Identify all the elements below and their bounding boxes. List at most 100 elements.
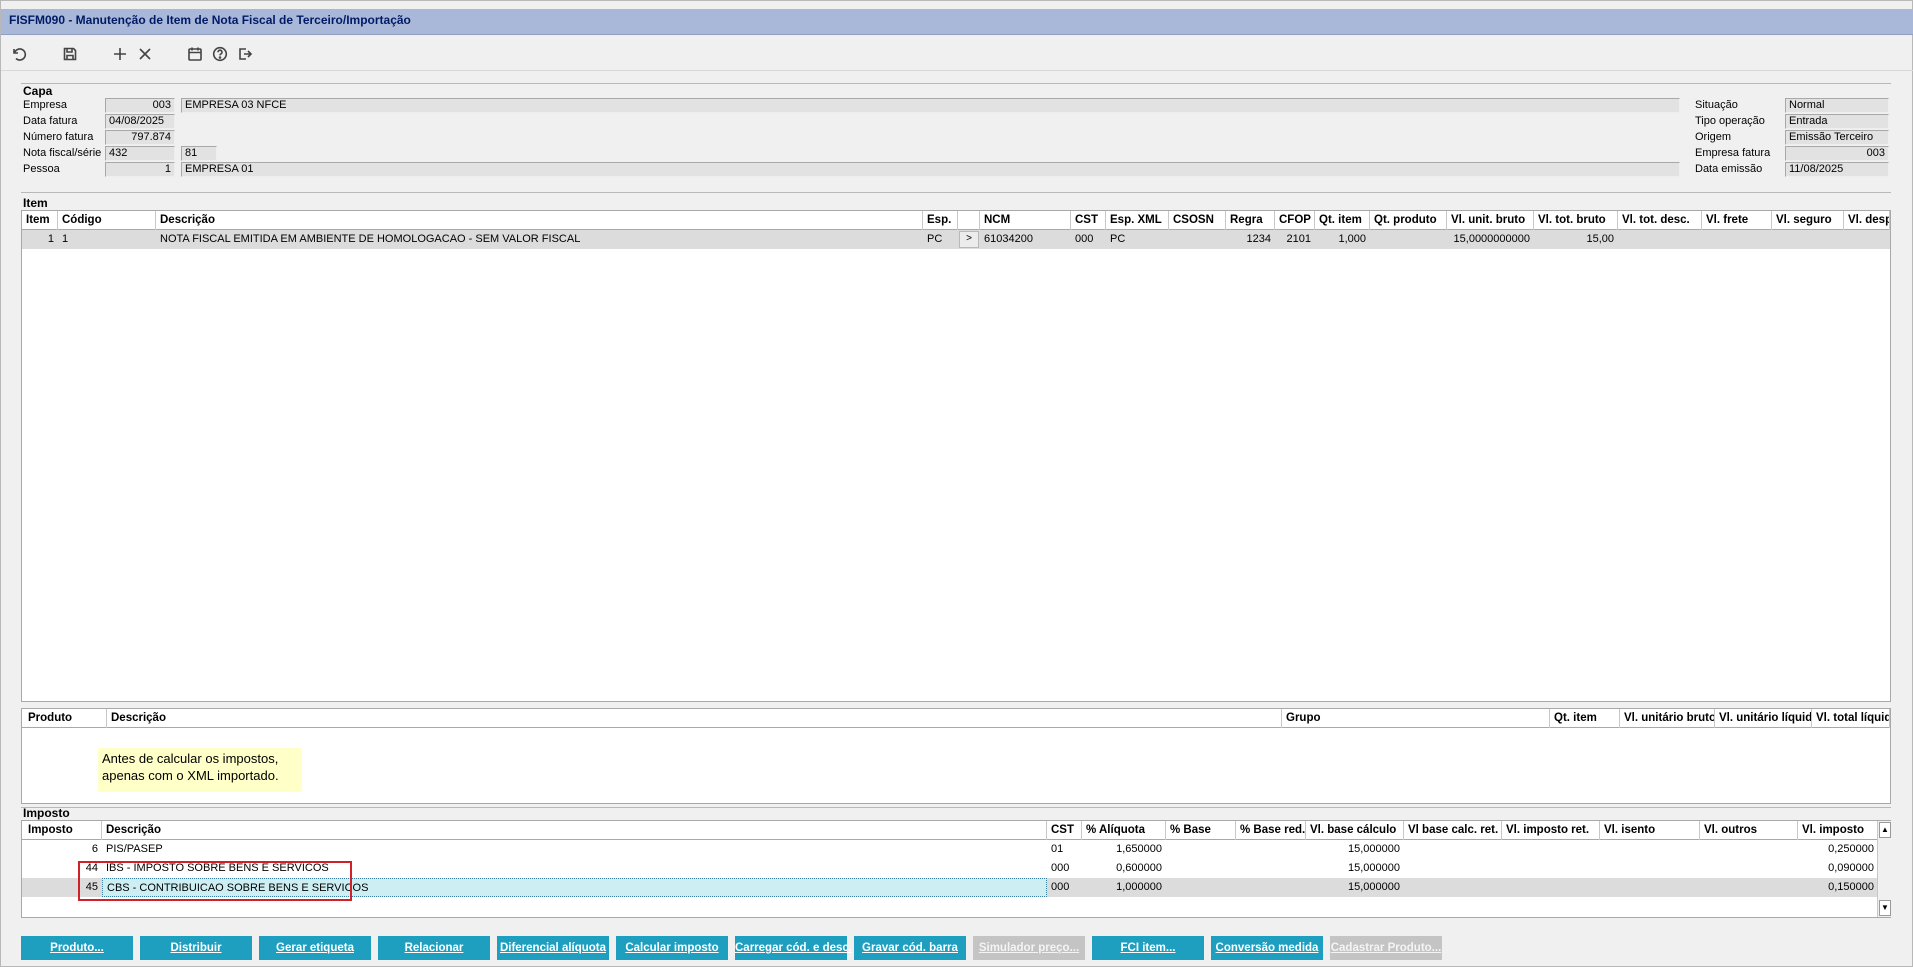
gerar-etiqueta-button[interactable]: Gerar etiqueta — [259, 936, 371, 960]
calcular-imposto-button[interactable]: Calcular imposto — [616, 936, 728, 960]
cell-item: 1 — [47, 233, 54, 245]
col-esp[interactable]: Esp. — [923, 211, 958, 230]
cell-imposto-cst: 01 — [1051, 843, 1064, 855]
imposto-scrollbar[interactable]: ▲ ▼ — [1877, 821, 1891, 917]
col-vl-unitario-liquido[interactable]: Vl. unitário líquido — [1715, 709, 1812, 728]
col-aliquota[interactable]: % Alíquota — [1082, 821, 1166, 840]
origem-field: Emissão Terceiro — [1785, 130, 1889, 145]
numero-fatura-field[interactable]: 797.874 — [105, 130, 175, 145]
data-fatura-label: Data fatura — [23, 115, 78, 127]
col-vl-frete[interactable]: Vl. frete — [1702, 211, 1772, 230]
table-row[interactable]: 6 PIS/PASEP 01 1,650000 15,000000 0,2500… — [22, 840, 1878, 859]
col-vl-unitario-bruto[interactable]: Vl. unitário bruto — [1620, 709, 1715, 728]
col-vl-desp-ac[interactable]: Vl. desp. ac — [1844, 211, 1890, 230]
col-base-red[interactable]: % Base red. — [1236, 821, 1306, 840]
col-ncm[interactable]: NCM — [980, 211, 1071, 230]
cell-regra: 1234 — [1246, 233, 1271, 245]
expand-button[interactable]: > — [959, 231, 979, 248]
col-cfop[interactable]: CFOP — [1275, 211, 1315, 230]
scroll-down-icon[interactable]: ▼ — [1879, 900, 1891, 916]
empresa-code-field[interactable]: 003 — [105, 98, 175, 113]
pessoa-code-field[interactable]: 1 — [105, 162, 175, 177]
col-produto-qt-item[interactable]: Qt. item — [1550, 709, 1620, 728]
col-vl-tot-bruto[interactable]: Vl. tot. bruto — [1534, 211, 1618, 230]
cadastrar-produto-button[interactable]: Cadastrar Produto... — [1330, 936, 1442, 960]
col-vl-imposto[interactable]: Vl. imposto — [1798, 821, 1878, 840]
cell-vl-isento — [1600, 859, 1700, 878]
distribuir-button[interactable]: Distribuir — [140, 936, 252, 960]
col-descricao[interactable]: Descrição — [156, 211, 923, 230]
gravar-cod-barra-button[interactable]: Gravar cód. barra — [854, 936, 966, 960]
nota-fiscal-field[interactable]: 432 — [105, 146, 175, 161]
cell-vl-desp-ac — [1844, 230, 1890, 249]
sticky-note: Antes de calcular os impostos, apenas co… — [98, 748, 302, 792]
fci-item-button[interactable]: FCI item... — [1092, 936, 1204, 960]
col-imposto[interactable]: Imposto — [22, 821, 102, 840]
col-imposto-cst[interactable]: CST — [1047, 821, 1082, 840]
col-vl-imposto-ret[interactable]: Vl. imposto ret. — [1502, 821, 1600, 840]
col-imposto-descricao[interactable]: Descrição — [102, 821, 1047, 840]
col-vl-base-calculo[interactable]: Vl. base cálculo — [1306, 821, 1404, 840]
nota-fiscal-label: Nota fiscal/série — [23, 147, 102, 159]
tipo-operacao-label: Tipo operação — [1695, 115, 1765, 127]
exit-icon[interactable] — [234, 43, 256, 65]
col-esp-xml[interactable]: Esp. XML — [1106, 211, 1169, 230]
highlight-box — [78, 861, 352, 901]
save-icon[interactable] — [59, 43, 81, 65]
produto-button[interactable]: Produto... — [21, 936, 133, 960]
help-icon[interactable] — [209, 43, 231, 65]
diferencial-aliquota-button[interactable]: Diferencial alíquota — [497, 936, 609, 960]
col-codigo[interactable]: Código — [58, 211, 156, 230]
add-icon[interactable] — [109, 43, 131, 65]
data-fatura-field[interactable]: 04/08/2025 — [105, 114, 175, 129]
cell-vl-imposto: 0,090000 — [1828, 862, 1874, 874]
col-produto-descricao[interactable]: Descrição — [107, 709, 1282, 728]
cell-ncm: 61034200 — [984, 233, 1033, 245]
item-grid-header: Item Código Descrição Esp. NCM CST Esp. … — [22, 211, 1890, 230]
cell-aliquota: 1,650000 — [1116, 843, 1162, 855]
pessoa-label: Pessoa — [23, 163, 60, 175]
cell-base — [1166, 840, 1236, 859]
col-vl-total-liquido[interactable]: Vl. total líquido — [1812, 709, 1890, 728]
col-vl-seguro[interactable]: Vl. seguro — [1772, 211, 1844, 230]
col-vl-isento[interactable]: Vl. isento — [1600, 821, 1700, 840]
col-produto[interactable]: Produto — [22, 709, 107, 728]
close-icon[interactable] — [134, 43, 156, 65]
col-base[interactable]: % Base — [1166, 821, 1236, 840]
col-item[interactable]: Item — [22, 211, 58, 230]
scroll-up-icon[interactable]: ▲ — [1879, 822, 1891, 838]
cell-aliquota: 0,600000 — [1116, 862, 1162, 874]
conversao-medida-button[interactable]: Conversão medida — [1211, 936, 1323, 960]
col-blank[interactable] — [958, 211, 980, 230]
origem-label: Origem — [1695, 131, 1732, 143]
cell-vl-frete — [1702, 230, 1772, 249]
cell-imposto-descricao: PIS/PASEP — [106, 843, 163, 855]
data-emissao-field: 11/08/2025 — [1785, 162, 1889, 177]
col-vl-outros[interactable]: Vl. outros — [1700, 821, 1798, 840]
undo-icon[interactable] — [8, 43, 30, 65]
table-row[interactable]: 1 1 NOTA FISCAL EMITIDA EM AMBIENTE DE H… — [22, 230, 1890, 249]
col-vl-unit-bruto[interactable]: Vl. unit. bruto — [1447, 211, 1534, 230]
imposto-title: Imposto — [23, 806, 70, 820]
col-cst[interactable]: CST — [1071, 211, 1106, 230]
cell-vl-imposto-ret — [1502, 878, 1600, 897]
cell-qt-item: 1,000 — [1338, 233, 1366, 245]
col-grupo[interactable]: Grupo — [1282, 709, 1550, 728]
simulador-preco-button[interactable]: Simulador preço... — [973, 936, 1085, 960]
item-grid[interactable]: Item Código Descrição Esp. NCM CST Esp. … — [21, 210, 1891, 702]
serie-field[interactable]: 81 — [181, 146, 217, 161]
col-vl-base-calc-ret[interactable]: Vl base calc. ret. — [1404, 821, 1502, 840]
col-qt-produto[interactable]: Qt. produto — [1370, 211, 1447, 230]
col-qt-item[interactable]: Qt. item — [1315, 211, 1370, 230]
relacionar-button[interactable]: Relacionar — [378, 936, 490, 960]
cell-vl-base-calculo: 15,000000 — [1348, 862, 1400, 874]
col-csosn[interactable]: CSOSN — [1169, 211, 1226, 230]
imposto-grid-header: Imposto Descrição CST % Alíquota % Base … — [22, 821, 1878, 840]
col-regra[interactable]: Regra — [1226, 211, 1275, 230]
col-vl-tot-desc[interactable]: Vl. tot. desc. — [1618, 211, 1702, 230]
cell-vl-outros — [1700, 840, 1798, 859]
cell-cfop: 2101 — [1286, 233, 1311, 245]
pessoa-name-field: EMPRESA 01 — [181, 162, 1680, 177]
carregar-cod-desc-button[interactable]: Carregar cód. e desc. — [735, 936, 852, 960]
calendar-icon[interactable] — [184, 43, 206, 65]
